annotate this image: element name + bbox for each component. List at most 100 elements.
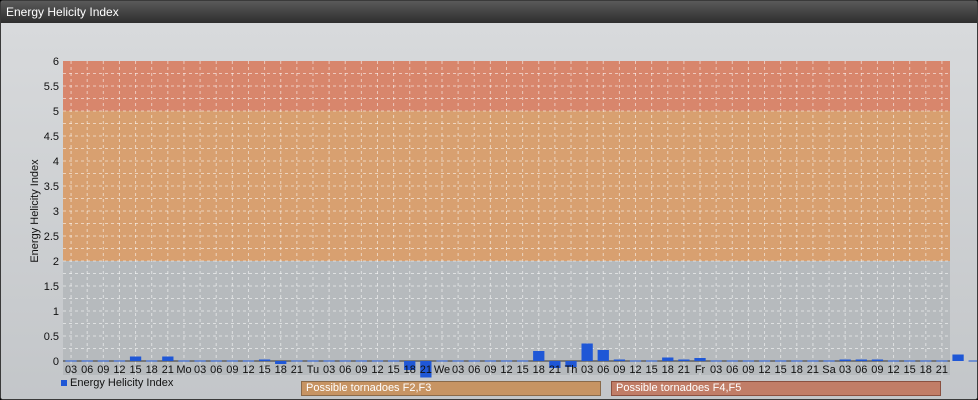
bar	[936, 360, 948, 362]
x-tick-label: 03	[65, 364, 77, 376]
y-tick-label: 0	[53, 356, 59, 368]
bar	[823, 360, 835, 362]
bar	[129, 356, 142, 361]
y-tick-label: 3.5	[44, 181, 59, 193]
y-tick-label: 2.5	[44, 231, 59, 243]
bar	[371, 360, 384, 362]
x-tick-label: 15	[129, 364, 141, 376]
x-tick-label: 06	[81, 364, 93, 376]
bar	[65, 360, 77, 362]
x-tick-label: 03	[710, 364, 722, 376]
x-tick-label: 18	[662, 364, 674, 376]
x-tick-label: Mo	[176, 364, 191, 376]
x-tick-label: 12	[113, 364, 125, 376]
bar	[855, 359, 867, 361]
x-tick-label: 12	[371, 364, 383, 376]
x-tick-label: 03	[581, 364, 593, 376]
x-tick-label: 21	[549, 364, 561, 376]
bar	[807, 360, 819, 362]
bar	[307, 360, 319, 362]
bar	[646, 360, 658, 362]
x-tick-label: 03	[839, 364, 851, 376]
bar	[533, 351, 545, 361]
x-tick-label: 09	[226, 364, 238, 376]
y-tick-label: 6	[53, 56, 59, 68]
bar	[210, 360, 222, 362]
bar	[726, 360, 738, 362]
y-tick-label: 0.5	[44, 331, 59, 343]
x-tick-label: 21	[420, 364, 432, 376]
bar	[710, 360, 722, 362]
x-tick-label: Fr	[695, 364, 706, 376]
bar	[355, 360, 367, 362]
bar	[758, 360, 771, 362]
x-tick-label: 12	[758, 364, 770, 376]
bar	[339, 360, 351, 362]
y-tick-label: 2	[53, 256, 59, 268]
bar	[629, 360, 642, 362]
x-tick-label: 12	[242, 364, 254, 376]
y-tick-label: 1	[53, 306, 59, 318]
x-tick-label: 18	[791, 364, 803, 376]
bar	[839, 359, 851, 361]
x-tick-label: 21	[807, 364, 819, 376]
x-tick-label: 12	[887, 364, 899, 376]
bar	[162, 356, 174, 361]
x-tick-label: 06	[210, 364, 222, 376]
bar	[436, 360, 448, 362]
legend-label: Energy Helicity Index	[70, 377, 174, 389]
bar	[97, 360, 109, 362]
x-tick-label: 03	[194, 364, 206, 376]
x-tick-label: 15	[387, 364, 399, 376]
x-tick-label: We	[434, 364, 450, 376]
x-tick-label: 09	[613, 364, 625, 376]
y-axis-title: Energy Helicity Index	[29, 159, 41, 263]
chart-window: Energy Helicity Index 0 0.5 1 1.5 2 2.5 3 3.5 4 4…	[0, 0, 978, 400]
x-tick-label: 18	[533, 364, 545, 376]
bar	[742, 360, 755, 362]
bar	[678, 359, 690, 361]
bar	[904, 360, 916, 362]
bar	[484, 360, 497, 362]
x-tick-label: 15	[904, 364, 916, 376]
bar	[581, 343, 593, 361]
bar	[887, 360, 900, 362]
bar	[291, 360, 303, 362]
y-tick-label: 3	[53, 206, 59, 218]
x-tick-label: Tu	[307, 364, 319, 376]
x-tick-label: 18	[404, 364, 416, 376]
y-tick-label: 5	[53, 106, 59, 118]
x-tick-label: 15	[258, 364, 270, 376]
legend-swatch	[61, 380, 67, 386]
x-tick-label: 09	[742, 364, 754, 376]
chart-legend[interactable]: Energy Helicity Index	[61, 377, 173, 389]
y-tick-label: 4.5	[44, 131, 59, 143]
bar	[500, 360, 513, 362]
x-tick-label: 03	[452, 364, 464, 376]
bar	[452, 360, 464, 362]
bar	[323, 360, 335, 362]
bar	[791, 360, 803, 362]
bar	[775, 360, 787, 362]
x-tick-label: 15	[646, 364, 658, 376]
bar	[468, 360, 480, 362]
bar	[178, 360, 190, 362]
bar	[194, 360, 206, 362]
y-tick-label: 1.5	[44, 281, 59, 293]
bar	[226, 360, 238, 362]
bar	[613, 359, 626, 361]
bar	[871, 359, 884, 361]
bar	[81, 360, 93, 362]
x-tick-label: Th	[565, 364, 578, 376]
x-tick-label: 06	[855, 364, 867, 376]
bar	[662, 357, 674, 361]
bar	[968, 360, 977, 362]
x-tick-label: 21	[936, 364, 948, 376]
x-tick-label: 12	[500, 364, 512, 376]
x-tick-label: 06	[468, 364, 480, 376]
x-tick-label: 03	[323, 364, 335, 376]
bar	[146, 360, 158, 362]
x-tick-label: 21	[162, 364, 174, 376]
bar	[952, 354, 964, 361]
bar	[242, 360, 255, 362]
